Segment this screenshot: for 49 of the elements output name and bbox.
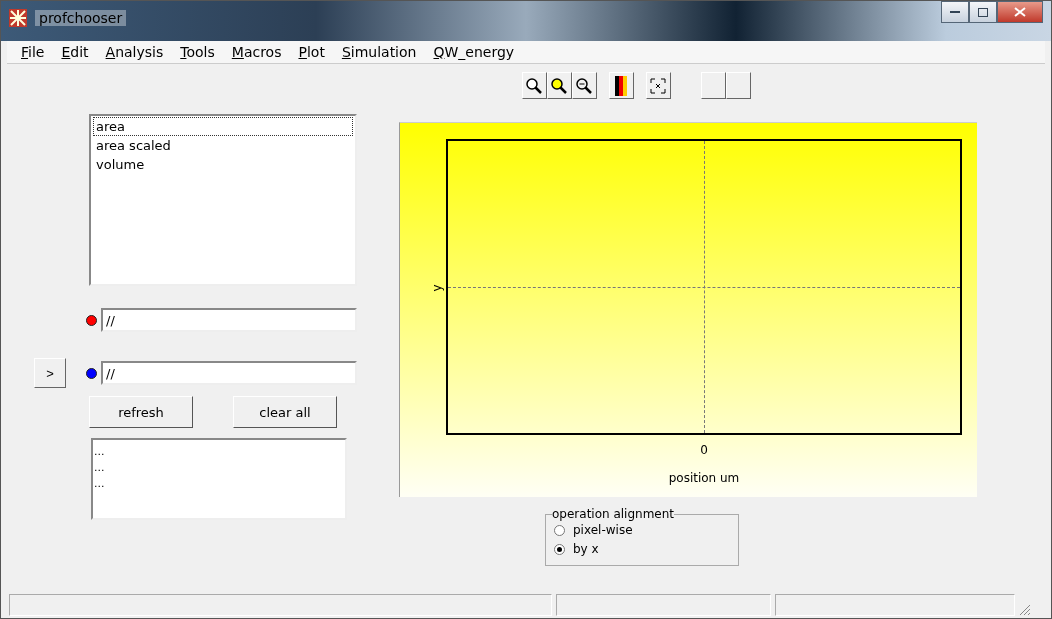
minimize-button[interactable] bbox=[941, 1, 969, 23]
menu-item[interactable]: Macros bbox=[231, 44, 282, 60]
resize-grip-icon[interactable] bbox=[1019, 604, 1031, 616]
toolbar-button[interactable] bbox=[725, 72, 751, 99]
zoom-out-icon bbox=[575, 76, 593, 95]
menu-item[interactable]: QW_energy bbox=[433, 44, 515, 60]
menu-item[interactable]: Edit bbox=[61, 44, 89, 60]
radio-button[interactable] bbox=[554, 544, 565, 555]
magnifier-icon bbox=[550, 76, 568, 95]
close-button[interactable] bbox=[997, 1, 1043, 23]
output-line: ... bbox=[94, 460, 106, 476]
magnifier-icon bbox=[525, 76, 543, 95]
menu-item[interactable]: File bbox=[21, 44, 45, 60]
radio-label: by x bbox=[573, 541, 599, 558]
quantity-list[interactable]: area area scaled volume bbox=[89, 114, 357, 286]
close-icon bbox=[1014, 7, 1026, 17]
refresh-button[interactable]: refresh bbox=[89, 396, 193, 428]
list-item[interactable]: volume bbox=[93, 155, 353, 174]
app-icon bbox=[9, 9, 27, 27]
profile-field[interactable]: // bbox=[101, 308, 357, 332]
x-tick-label: 0 bbox=[699, 443, 709, 459]
fit-icon bbox=[650, 77, 666, 94]
arrow-button[interactable]: > bbox=[34, 358, 66, 388]
y-axis-label: y bbox=[429, 284, 444, 292]
menu-item[interactable]: Analysis bbox=[105, 44, 164, 60]
minimize-icon bbox=[950, 10, 960, 14]
menu-item[interactable]: Plot bbox=[298, 44, 325, 60]
menu-item[interactable]: Tools bbox=[180, 44, 215, 60]
color-bars-icon bbox=[615, 75, 627, 96]
menu-item[interactable]: Simulation bbox=[341, 44, 417, 60]
profile-field[interactable]: // bbox=[101, 361, 357, 385]
toolbar-button[interactable] bbox=[700, 72, 726, 99]
output-line: ... bbox=[94, 444, 106, 460]
radio-button[interactable] bbox=[554, 525, 565, 536]
fit-button[interactable] bbox=[645, 72, 671, 99]
output-line: ... bbox=[94, 476, 106, 492]
radio-label: pixel-wise bbox=[573, 522, 633, 539]
zoom-button[interactable] bbox=[546, 72, 572, 99]
window-title: profchooser bbox=[35, 10, 127, 26]
list-item[interactable]: area bbox=[93, 117, 353, 136]
maximize-icon bbox=[978, 7, 988, 17]
list-item[interactable]: area scaled bbox=[93, 136, 353, 155]
group-title: operation alignment bbox=[552, 507, 675, 521]
colors-button[interactable] bbox=[608, 72, 634, 99]
clear-all-button[interactable]: clear all bbox=[233, 396, 337, 428]
zoom-in-button[interactable] bbox=[521, 72, 547, 99]
zoom-out-button[interactable] bbox=[571, 72, 597, 99]
maximize-button[interactable] bbox=[969, 1, 997, 23]
x-axis-label: position um bbox=[667, 471, 741, 487]
